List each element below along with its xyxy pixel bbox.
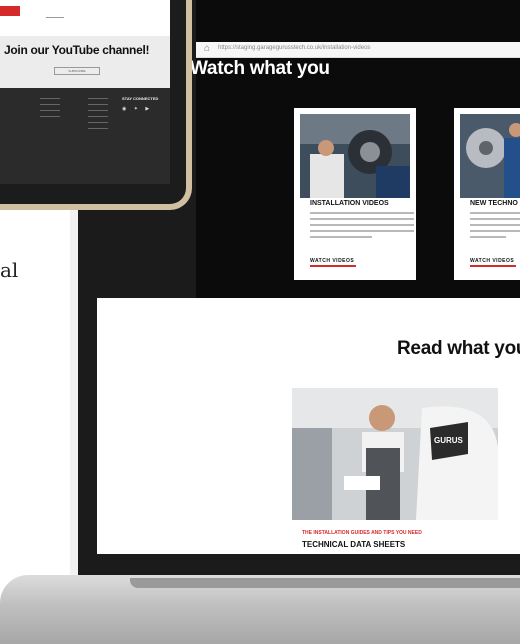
address-bar[interactable]: ⌂ https://staging.garagegurusstech.co.uk… [196, 42, 520, 58]
technician-reading-photo [292, 388, 498, 520]
stay-connected-label: STAY CONNECTED [122, 96, 159, 101]
tablet-red-button[interactable] [0, 6, 20, 16]
tablet-signature-mark [46, 14, 64, 18]
brake-disc-photo [460, 114, 520, 198]
card-description-placeholder [310, 212, 414, 242]
card-title: INSTALLATION VIDEOS [310, 200, 389, 207]
facebook-icon[interactable]: ◉ [122, 106, 126, 112]
youtube-heading: Join our YouTube channel! [4, 43, 150, 57]
footer-column [40, 98, 60, 122]
url-text: https://staging.garagegurusstech.co.uk/i… [218, 45, 371, 51]
footer-column [88, 98, 108, 134]
subscribe-button[interactable]: SUBSCRIBE [54, 67, 100, 75]
technical-data-sheets-title[interactable]: TECHNICAL DATA SHEETS [302, 540, 405, 549]
side-text: al [0, 258, 19, 282]
read-heading: Read what you [397, 338, 520, 359]
tablet-screen: Join our YouTube channel! SUBSCRIBE STAY… [0, 0, 170, 184]
gurus-badge: GURUS [434, 436, 463, 445]
new-technology-card[interactable]: NEW TECHNO WATCH VIDEOS [454, 108, 520, 280]
link-underline [470, 265, 516, 267]
tablet-device: Join our YouTube channel! SUBSCRIBE STAY… [0, 0, 192, 210]
youtube-icon[interactable]: ▶ [145, 106, 149, 112]
card-description-placeholder [470, 212, 520, 242]
card-title: NEW TECHNO [470, 200, 518, 207]
mechanic-photo [300, 114, 410, 198]
watch-videos-link[interactable]: WATCH VIDEOS [310, 258, 354, 264]
lock-icon: ⌂ [204, 43, 211, 54]
guide-subtitle: THE INSTALLATION GUIDES AND TIPS YOU NEE… [302, 530, 422, 536]
watch-videos-link[interactable]: WATCH VIDEOS [470, 258, 514, 264]
installation-videos-card[interactable]: INSTALLATION VIDEOS WATCH VIDEOS [294, 108, 416, 280]
tablet-footer: STAY CONNECTED ◉ ✦ ▶ [0, 88, 170, 184]
watch-heading: Watch what you [190, 58, 330, 79]
social-icons: ◉ ✦ ▶ [122, 106, 149, 112]
laptop-hinge [130, 578, 520, 588]
twitter-icon[interactable]: ✦ [134, 106, 138, 112]
link-underline [310, 265, 356, 267]
